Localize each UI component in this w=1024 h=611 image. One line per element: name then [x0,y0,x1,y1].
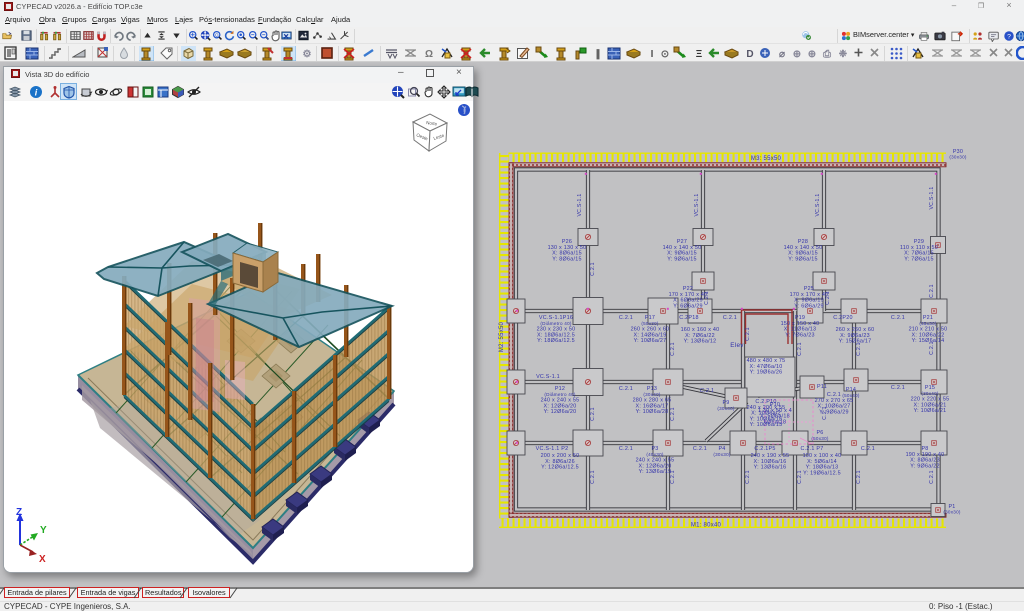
svg-text:Y: 19Ø6a/26: Y: 19Ø6a/26 [750,370,783,376]
svg-text:(30x30): (30x30) [949,155,967,160]
svg-text:(50x30): (50x30) [641,321,659,326]
svg-text:Elev: Elev [730,342,744,349]
svg-text:?: ? [1007,34,1011,41]
svg-text:⌀: ⌀ [779,49,785,60]
svg-text:VC.S-1.1: VC.S-1.1 [536,374,560,380]
svg-text:Y: 9Ø6a/15: Y: 9Ø6a/15 [788,256,817,262]
svg-text:Ω: Ω [425,49,433,60]
svg-text:(Diâmetro 40): (Diâmetro 40) [544,392,576,397]
svg-text:Y: 6Ø6a/29: Y: 6Ø6a/29 [673,303,702,309]
svg-text:C.2.1: C.2.1 [891,385,905,391]
svg-text:C.2.1: C.2.1 [693,446,707,452]
svg-text:Y: 10Ø6a/28: Y: 10Ø6a/28 [636,409,669,415]
svg-text:(30x40): (30x40) [921,391,939,396]
svg-text:M3: 55x50: M3: 55x50 [751,156,782,162]
svg-text:C.2.1: C.2.1 [929,470,935,484]
svg-text:C.2.1: C.2.1 [723,315,737,321]
svg-text:Y: 7Ø6a/23: Y: 7Ø6a/23 [785,332,814,338]
svg-text:(Diâmetro 40): (Diâmetro 40) [540,321,572,326]
svg-text:Q: Q [215,33,219,38]
svg-text:C.2.1: C.2.1 [745,470,751,484]
svg-text:VC.S-1.1: VC.S-1.1 [694,193,700,216]
svg-text:Y: 10Ø6a/21: Y: 10Ø6a/21 [914,408,947,414]
svg-text:⚙: ⚙ [303,49,312,60]
svg-text:C.2.1: C.2.1 [929,284,935,298]
svg-text:Ξ: Ξ [696,49,703,60]
svg-text:C.2.1: C.2.1 [745,327,751,341]
svg-text:6Ø6a/18: 6Ø6a/18 [764,419,786,425]
svg-text:(50x40): (50x40) [842,393,860,398]
svg-text:Y: 12Ø6a/20: Y: 12Ø6a/20 [544,409,577,415]
svg-text:C.2.1P5: C.2.1P5 [754,446,775,452]
svg-text:⊙: ⊙ [661,49,669,60]
svg-text:Y: 19Ø6a/12.5: Y: 19Ø6a/12.5 [803,470,841,476]
svg-text:∥: ∥ [596,49,601,60]
svg-text:C.2.1: C.2.1 [590,470,596,484]
svg-text:C.2.1 P7: C.2.1 P7 [801,446,824,452]
svg-text:Y: 7Ø6a/15: Y: 7Ø6a/15 [904,256,933,262]
svg-text:(50x30): (50x30) [811,436,829,441]
svg-text:Y: 13Ø6a/12: Y: 13Ø6a/12 [684,339,717,345]
svg-text:C.2.1: C.2.1 [670,342,676,356]
svg-text:C.2.1: C.2.1 [670,407,676,421]
svg-text:Y: Y [40,525,47,536]
svg-text:Y: 10Ø6a/27: Y: 10Ø6a/27 [634,338,667,344]
svg-text:Y: 13Ø6a/16: Y: 13Ø6a/16 [754,465,787,471]
svg-text:Y: 8Ø6a/15: Y: 8Ø6a/15 [552,256,581,262]
svg-text:⊕: ⊕ [808,49,816,60]
svg-text:Y: 15Ø6a/17: Y: 15Ø6a/17 [839,339,872,345]
svg-text:VC.S-1.1: VC.S-1.1 [577,193,583,216]
svg-text:Y: 9Ø6a/29: Y: 9Ø6a/29 [819,409,848,415]
svg-text:P11: P11 [817,384,827,390]
svg-text:C.2.1: C.2.1 [590,262,596,276]
svg-text:(30x30): (30x30) [943,510,961,515]
svg-text:Z: Z [16,507,22,518]
svg-text:Y: 15Ø6a/14: Y: 15Ø6a/14 [912,338,945,344]
svg-text:(30x40): (30x40) [717,406,735,411]
svg-text:C.2P18: C.2P18 [679,315,698,321]
svg-text:VC.S-1.1: VC.S-1.1 [815,193,821,216]
svg-text:(40x30): (40x30) [646,452,664,457]
svg-text:C.2P20: C.2P20 [833,315,852,321]
svg-text:C.2.1: C.2.1 [619,386,633,392]
svg-text:Y: 6Ø6a/29: Y: 6Ø6a/29 [794,303,823,309]
svg-text:Y: 9Ø6a/22: Y: 9Ø6a/22 [910,463,939,469]
svg-text:D: D [746,49,753,60]
svg-text:C.2.1: C.2.1 [861,446,875,452]
svg-text:Y: 13Ø6a/19: Y: 13Ø6a/19 [639,469,672,475]
svg-text:C.2.1: C.2.1 [619,446,633,452]
svg-text:M2: 55x50: M2: 55x50 [499,321,505,352]
svg-text:VC.S-1.1 P2: VC.S-1.1 P2 [536,446,569,452]
svg-text:(45x30): (45x30) [919,321,937,326]
svg-text:I: I [651,49,654,60]
svg-text:(30x30): (30x30) [713,452,731,457]
svg-text:M1: 80x40: M1: 80x40 [691,523,722,529]
svg-text:Y: 9Ø6a/15: Y: 9Ø6a/15 [667,256,696,262]
svg-text:⊕: ⊕ [793,49,801,60]
svg-text:C.2.1: C.2.1 [797,470,803,484]
svg-text:C.2.1: C.2.1 [797,342,803,356]
svg-text:Y: 18Ø6a/12.5: Y: 18Ø6a/12.5 [537,338,575,344]
svg-text:⎙: ⎙ [822,48,832,60]
svg-text:C.2.1: C.2.1 [700,388,714,394]
svg-text:C.2.1: C.2.1 [856,470,862,484]
svg-text:VC.S-1.1: VC.S-1.1 [929,186,935,209]
svg-text:X: X [39,554,46,565]
svg-text:(30x40): (30x40) [643,392,661,397]
svg-text:C.2.1: C.2.1 [619,315,633,321]
svg-text:C.2.1: C.2.1 [891,315,905,321]
svg-text:❉: ❉ [839,49,848,60]
svg-text:Y: 12Ø6a/12.5: Y: 12Ø6a/12.5 [541,465,579,471]
svg-text:C.2.1: C.2.1 [590,407,596,421]
